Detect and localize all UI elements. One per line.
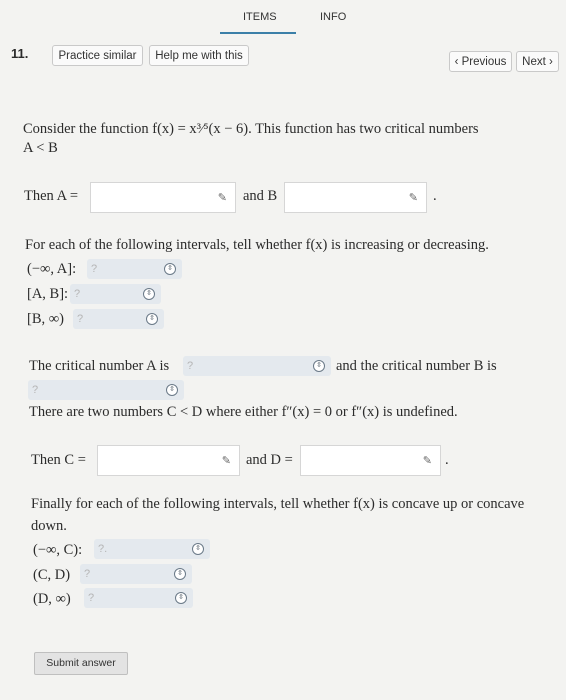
interval-label: (−∞, A]: — [27, 261, 77, 277]
critical-a-select[interactable]: ? ⇳ — [183, 356, 331, 376]
answer-b-input[interactable]: ✎ — [284, 182, 427, 213]
and-b-label: and B — [243, 188, 278, 204]
increasing-prompt: For each of the following intervals, tel… — [25, 237, 489, 253]
chevron-right-icon: › — [549, 56, 553, 68]
then-c-label: Then C = — [31, 452, 86, 468]
interval-label: (−∞, C): — [33, 542, 83, 558]
help-me-button[interactable]: Help me with this — [149, 45, 249, 66]
critical-b-select[interactable]: ? ⇳ — [28, 380, 184, 400]
concavity-prompt-line-2: down. — [31, 518, 67, 534]
previous-button[interactable]: ‹ Previous — [449, 51, 512, 72]
submit-answer-button[interactable]: Submit answer — [34, 652, 128, 675]
period: . — [445, 452, 449, 468]
concavity-select-2[interactable]: ? ⇳ — [80, 564, 192, 584]
intro-line-1: Consider the function f(x) = x³⁄⁵(x − 6)… — [23, 121, 479, 137]
concavity-select-3[interactable]: ? ⇳ — [84, 588, 193, 608]
answer-d-input[interactable]: ✎ — [300, 445, 441, 476]
critical-a-label: The critical number A is — [29, 358, 170, 374]
then-a-label: Then A = — [24, 188, 79, 204]
select-arrows-icon: ⇳ — [192, 543, 204, 555]
inflection-prompt: There are two numbers C < D where either… — [29, 404, 458, 420]
chevron-left-icon: ‹ — [454, 56, 459, 68]
inc-dec-select-3[interactable]: ? ⇳ — [73, 309, 164, 329]
critical-b-label: and the critical number B is — [336, 358, 497, 374]
select-placeholder: ? — [91, 263, 98, 275]
select-arrows-icon: ⇳ — [166, 384, 178, 396]
select-placeholder: ? — [77, 313, 84, 325]
select-placeholder: ? — [88, 592, 95, 604]
tab-info[interactable]: INFO — [320, 11, 346, 23]
concavity-select-1[interactable]: ?. ⇳ — [94, 539, 210, 559]
select-placeholder: ?. — [98, 543, 108, 555]
active-tab-indicator — [220, 32, 296, 34]
pencil-icon[interactable]: ✎ — [423, 454, 432, 467]
previous-label: Previous — [461, 56, 507, 68]
answer-a-input[interactable]: ✎ — [90, 182, 236, 213]
concavity-prompt-line-1: Finally for each of the following interv… — [31, 496, 525, 512]
pencil-icon[interactable]: ✎ — [409, 191, 418, 204]
period: . — [433, 188, 437, 204]
inc-dec-select-1[interactable]: ? ⇳ — [87, 259, 182, 279]
pencil-icon[interactable]: ✎ — [218, 191, 227, 204]
interval-label: (D, ∞) — [33, 591, 71, 607]
interval-label: (C, D) — [33, 567, 71, 583]
top-tabs: ITEMS INFO — [0, 0, 566, 34]
select-arrows-icon: ⇳ — [143, 288, 155, 300]
select-placeholder: ? — [84, 568, 91, 580]
answer-c-input[interactable]: ✎ — [97, 445, 240, 476]
select-arrows-icon: ⇳ — [164, 263, 176, 275]
select-placeholder: ? — [187, 360, 194, 372]
next-button[interactable]: Next › — [516, 51, 559, 72]
and-d-label: and D = — [246, 452, 293, 468]
intro-line-2: A < B — [23, 140, 58, 156]
select-arrows-icon: ⇳ — [175, 592, 187, 604]
pencil-icon[interactable]: ✎ — [222, 454, 231, 467]
tab-items[interactable]: ITEMS — [243, 11, 277, 23]
question-number: 11. — [11, 46, 29, 61]
select-placeholder: ? — [32, 384, 39, 396]
interval-label: [A, B]: — [27, 286, 69, 302]
select-arrows-icon: ⇳ — [146, 313, 158, 325]
inc-dec-select-2[interactable]: ? ⇳ — [70, 284, 161, 304]
next-label: Next — [522, 56, 546, 68]
select-arrows-icon: ⇳ — [313, 360, 325, 372]
select-arrows-icon: ⇳ — [174, 568, 186, 580]
interval-label: [B, ∞) — [27, 311, 64, 327]
practice-similar-button[interactable]: Practice similar — [52, 45, 143, 66]
select-placeholder: ? — [74, 288, 81, 300]
